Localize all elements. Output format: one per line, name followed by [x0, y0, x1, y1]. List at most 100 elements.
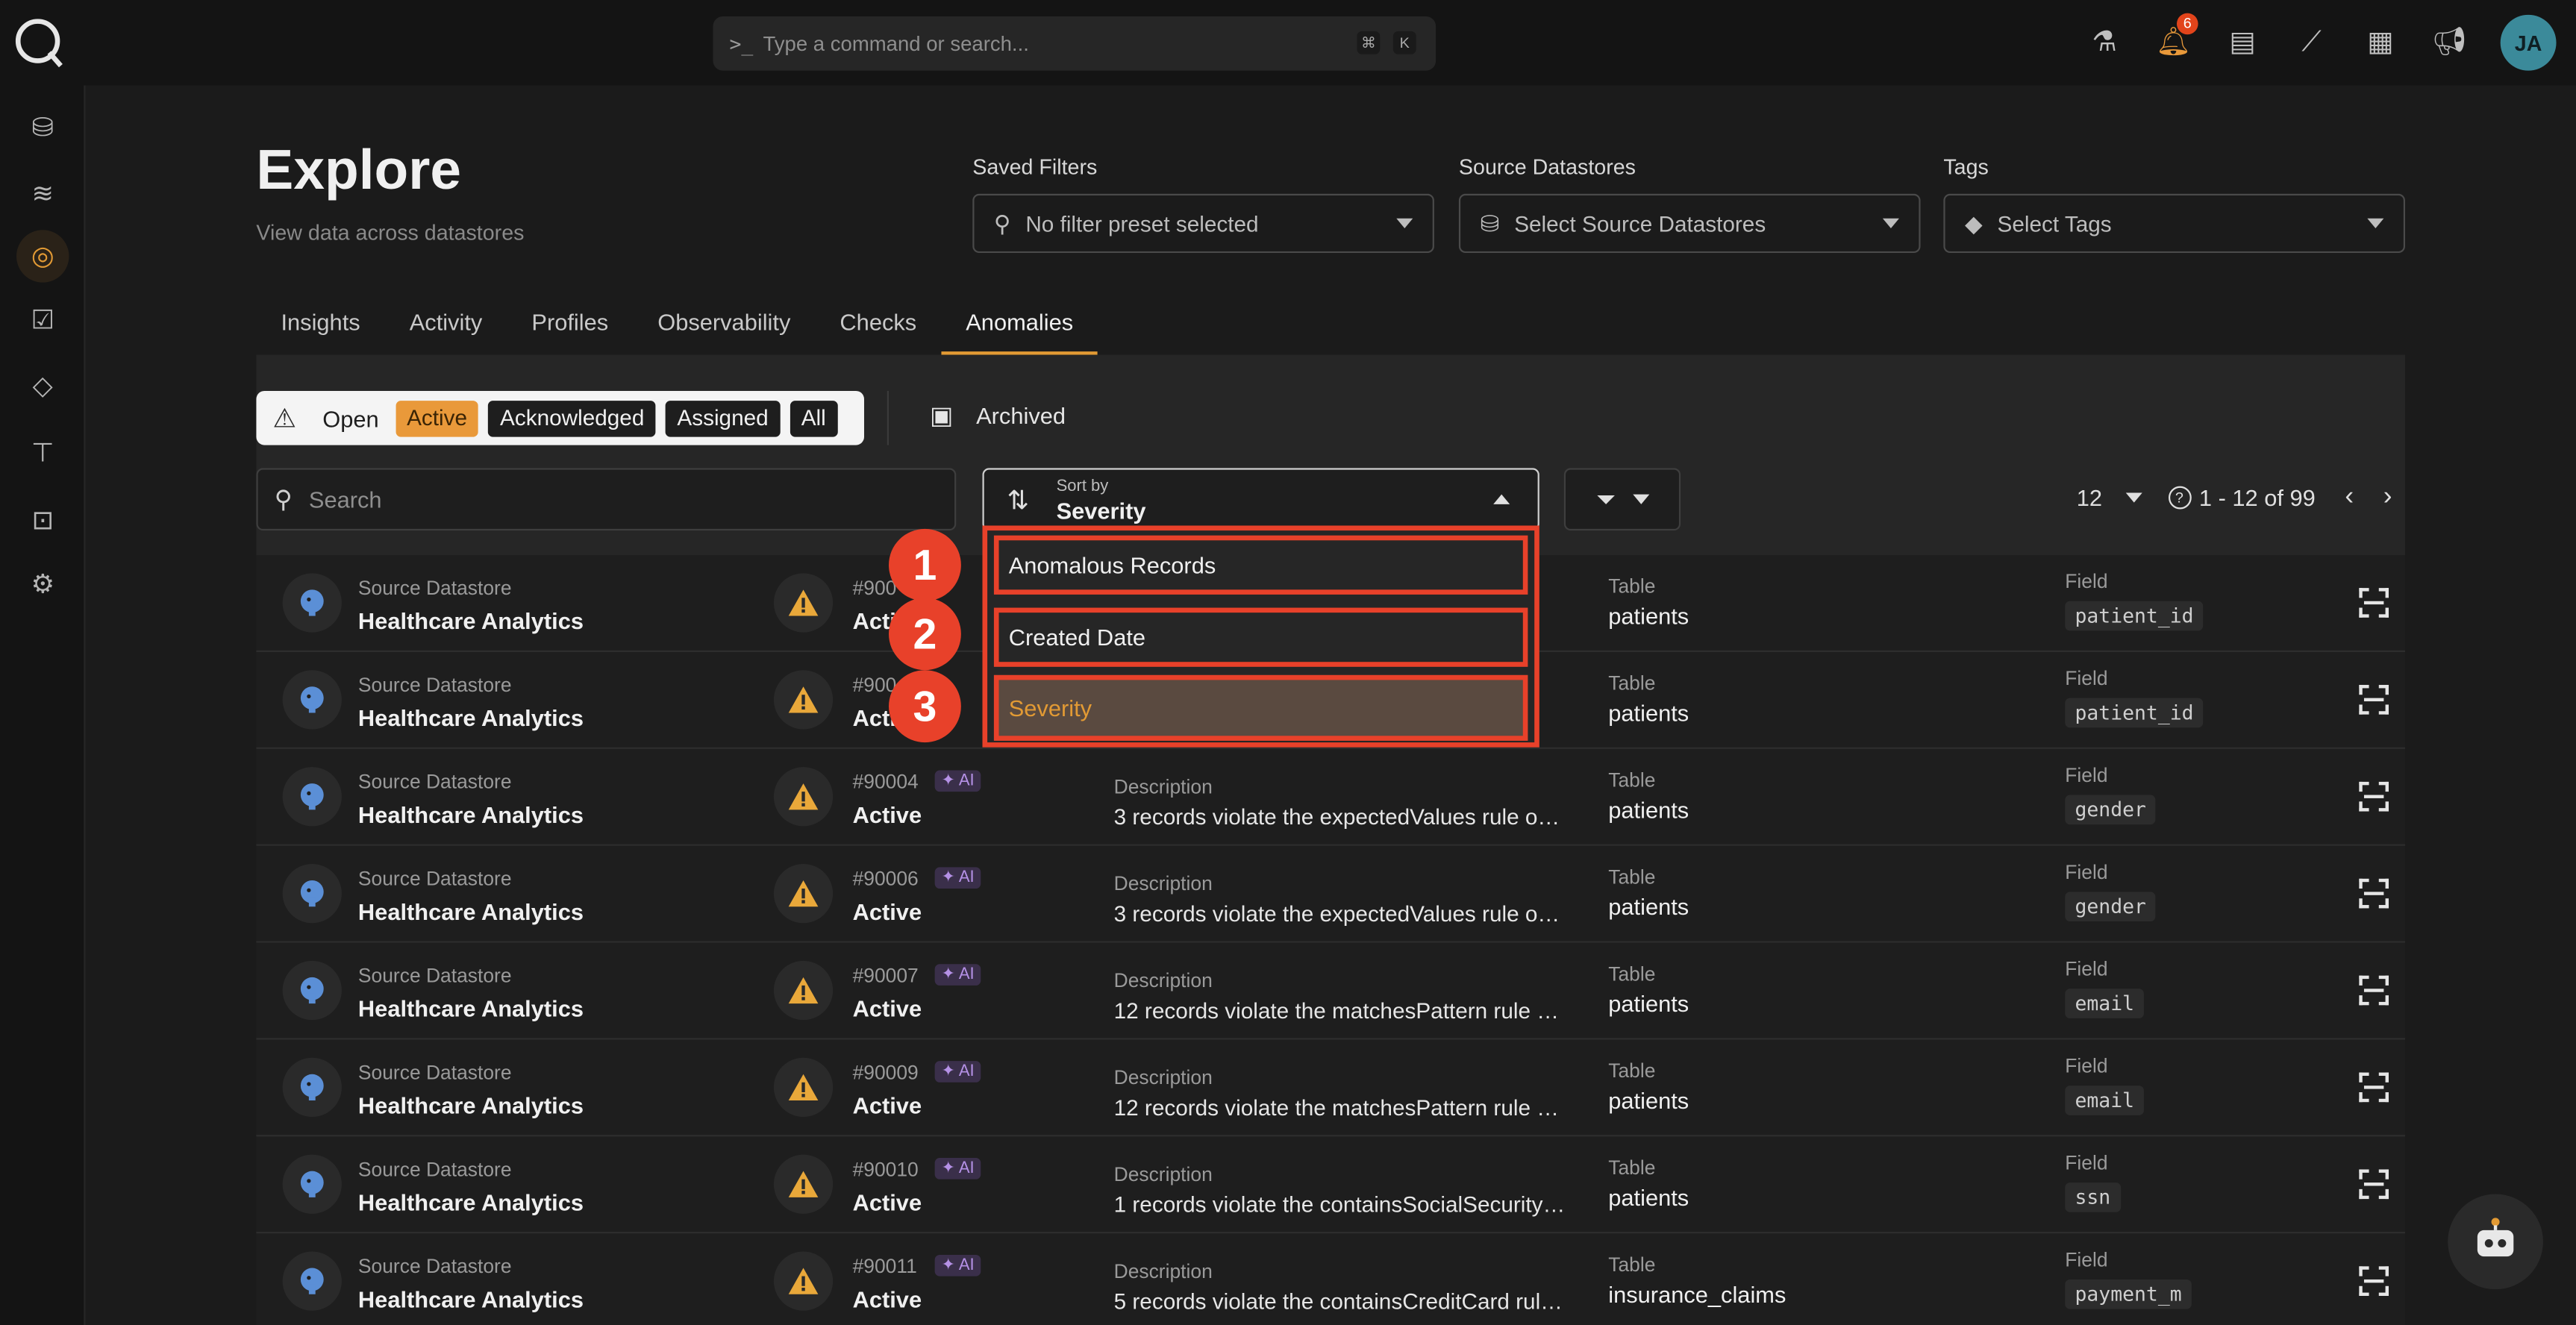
- step-badge-1: 1: [889, 528, 961, 601]
- database-icon[interactable]: ⛁: [16, 101, 69, 154]
- prev-page-icon[interactable]: ‹: [2345, 483, 2354, 513]
- expand-icon[interactable]: [2359, 1169, 2389, 1200]
- next-page-icon[interactable]: ›: [2383, 483, 2392, 513]
- status-assigned-button[interactable]: Assigned: [665, 400, 781, 436]
- notifications-button[interactable]: 🔔︎ 6: [2139, 0, 2207, 85]
- archived-button[interactable]: ▣ Archived: [930, 401, 1066, 430]
- saved-filters-value: No filter preset selected: [1025, 210, 1259, 236]
- page-size-chevron-icon[interactable]: [2125, 492, 2142, 503]
- status-acknowledged-button[interactable]: Acknowledged: [488, 400, 656, 436]
- table-label: Table: [1608, 768, 1656, 792]
- anomaly-id[interactable]: #900: [853, 674, 897, 697]
- document-icon[interactable]: ▤: [2208, 0, 2277, 85]
- tab-anomalies[interactable]: Anomalies: [941, 299, 1098, 355]
- tag-icon[interactable]: ◇: [16, 360, 69, 412]
- page-range: 1 - 12 of 99: [2198, 484, 2316, 511]
- field-tag: email: [2065, 989, 2145, 1018]
- tab-checks[interactable]: Checks: [815, 299, 941, 355]
- table-row[interactable]: Source Datastore Healthcare Analytics #9…: [256, 748, 2405, 846]
- checklist-icon[interactable]: ☑: [16, 294, 69, 346]
- anomaly-id[interactable]: #90009: [853, 1061, 919, 1084]
- tab-profiles[interactable]: Profiles: [507, 299, 633, 355]
- hierarchy-icon[interactable]: ⊤: [16, 427, 69, 479]
- datastore-stack-icon[interactable]: ≋: [16, 168, 69, 220]
- expand-icon[interactable]: [2359, 588, 2389, 618]
- table-name: insurance_claims: [1608, 1281, 1786, 1308]
- sort-option-severity[interactable]: Severity: [993, 674, 1528, 741]
- saved-filters-select[interactable]: ⚲ No filter preset selected: [972, 193, 1434, 254]
- table-row[interactable]: Source Datastore Healthcare Analytics #9…: [256, 1233, 2405, 1325]
- assistant-bot-button[interactable]: [2448, 1194, 2543, 1290]
- status-filter: ⚠ Open Active Acknowledged Assigned All: [256, 390, 864, 445]
- ai-badge: ✦ AI: [934, 770, 981, 792]
- ai-badge: ✦ AI: [934, 964, 981, 986]
- ai-badge: ✦ AI: [934, 1254, 981, 1277]
- filter-button[interactable]: ⏷: [1563, 468, 1681, 531]
- table-row[interactable]: Source Datastore Healthcare Analytics #9…: [256, 942, 2405, 1040]
- table-row[interactable]: Source Datastore Healthcare Analytics #9…: [256, 845, 2405, 943]
- command-search-input[interactable]: >_ Type a command or search... ⌘ K: [713, 16, 1437, 71]
- anomaly-id[interactable]: #900: [853, 577, 897, 600]
- saved-filters-label: Saved Filters: [972, 154, 1098, 179]
- anomaly-id[interactable]: #90007: [853, 964, 919, 987]
- app-logo-icon[interactable]: [13, 16, 66, 69]
- tab-observability[interactable]: Observability: [633, 299, 815, 355]
- expand-icon[interactable]: [2359, 781, 2389, 812]
- page-subtitle: View data across datastores: [256, 220, 525, 245]
- search-placeholder: Search: [308, 486, 382, 513]
- anomaly-id[interactable]: #90011: [853, 1255, 917, 1278]
- help-icon[interactable]: ?: [2168, 486, 2191, 510]
- tag-icon: ◆: [1964, 209, 1983, 236]
- warning-icon: [773, 573, 834, 633]
- field-label: Field: [2065, 666, 2108, 690]
- tags-label: Tags: [1943, 154, 1989, 179]
- field-tag: gender: [2065, 795, 2157, 825]
- status-all-button[interactable]: All: [790, 400, 838, 436]
- sort-option-created-date[interactable]: Created Date: [993, 607, 1528, 667]
- page-size-value[interactable]: 12: [2077, 484, 2102, 510]
- search-input[interactable]: ⚲ Search: [256, 468, 957, 531]
- table-row[interactable]: Source Datastore Healthcare Analytics #9…: [256, 1136, 2405, 1234]
- source-datastores-select[interactable]: ⛁ Select Source Datastores: [1458, 193, 1921, 254]
- field-tag: patient_id: [2065, 698, 2204, 728]
- expand-icon[interactable]: [2359, 1266, 2389, 1296]
- settings-gear-icon[interactable]: ⚙: [16, 559, 69, 611]
- sort-option-anomalous-records[interactable]: Anomalous Records: [993, 535, 1528, 595]
- table-label: Table: [1608, 1253, 1656, 1277]
- magic-wand-icon[interactable]: ⟋: [2277, 0, 2345, 85]
- table-row[interactable]: Source Datastore Healthcare Analytics #9…: [256, 1039, 2405, 1137]
- sort-by-select[interactable]: ⇅ Sort by Severity: [982, 468, 1539, 531]
- anomaly-id[interactable]: #90006: [853, 867, 919, 890]
- postgres-elephant-icon: [282, 573, 342, 633]
- source-datastores-label: Source Datastores: [1458, 154, 1636, 179]
- flask-icon[interactable]: ⚗: [2070, 0, 2139, 85]
- postgres-elephant-icon: [282, 1251, 342, 1311]
- megaphone-icon[interactable]: 📢︎: [2415, 0, 2483, 85]
- user-avatar[interactable]: JA: [2500, 14, 2557, 71]
- compass-icon[interactable]: ◎: [16, 230, 69, 283]
- postgres-elephant-icon: [282, 960, 342, 1021]
- anomaly-status: Active: [852, 1285, 922, 1312]
- anomaly-id[interactable]: #90004: [853, 771, 919, 794]
- anomaly-id[interactable]: #90010: [853, 1158, 919, 1181]
- tab-insights[interactable]: Insights: [256, 299, 384, 355]
- tab-activity[interactable]: Activity: [385, 299, 507, 355]
- expand-icon[interactable]: [2359, 685, 2389, 715]
- anomaly-status: Active: [852, 801, 922, 828]
- description-label: Description: [1113, 775, 1213, 798]
- expand-icon[interactable]: [2359, 975, 2389, 1006]
- table-name: patients: [1608, 1087, 1689, 1114]
- tags-select[interactable]: ◆ Select Tags: [1943, 193, 2405, 254]
- datastore-name: Healthcare Analytics: [357, 1091, 584, 1119]
- field-label: Field: [2065, 860, 2108, 884]
- anomaly-status: Active: [852, 1188, 922, 1216]
- expand-icon[interactable]: [2359, 878, 2389, 909]
- table-name: patients: [1608, 893, 1689, 920]
- expand-icon[interactable]: [2359, 1072, 2389, 1103]
- datastore-name: Healthcare Analytics: [357, 1285, 584, 1312]
- robot-icon[interactable]: ⊡: [16, 495, 69, 547]
- step-badge-2: 2: [889, 598, 961, 671]
- datastore-name: Healthcare Analytics: [357, 995, 584, 1022]
- apps-grid-icon[interactable]: ▦: [2346, 0, 2415, 85]
- status-active-button[interactable]: Active: [395, 400, 479, 436]
